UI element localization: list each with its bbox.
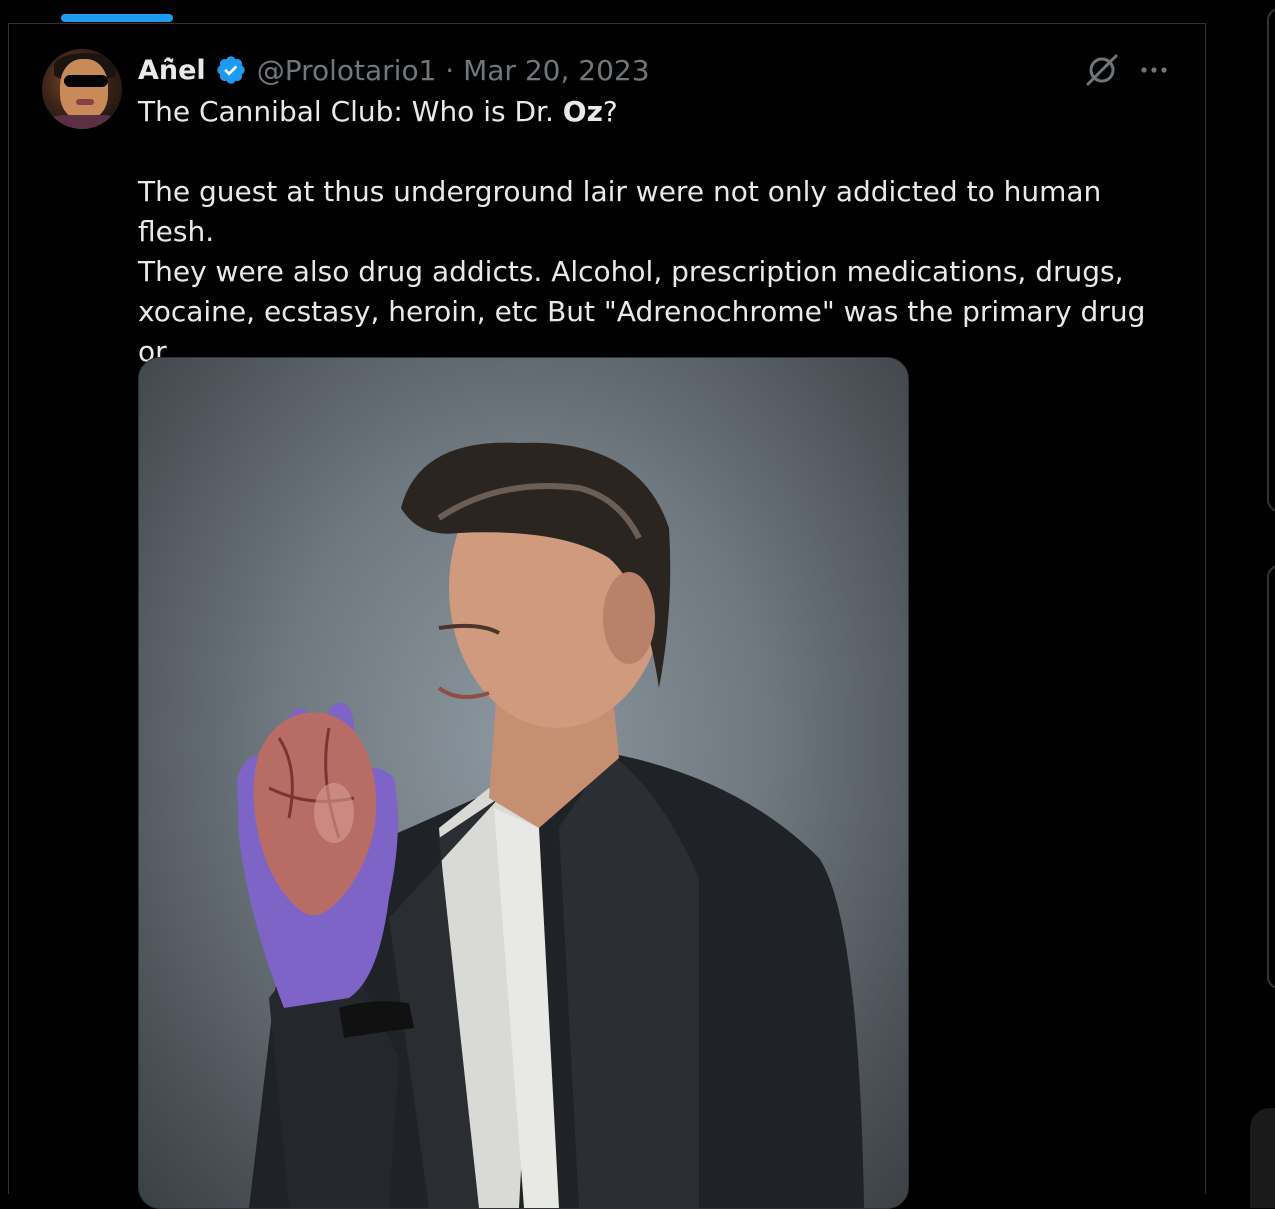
verified-badge-icon[interactable] — [215, 54, 247, 86]
sidebar-panel-edge-lower — [1267, 565, 1275, 989]
tweet-body-line: The guest at thus underground lair were … — [138, 175, 1102, 248]
header-separator: · — [436, 53, 464, 87]
tweet-body-line: They were also drug addicts. Alcohol, pr… — [138, 255, 1124, 288]
tweet-title-bold: Oz — [562, 95, 603, 128]
floating-panel-edge — [1250, 1108, 1275, 1208]
tweet-title-line: The Cannibal Club: Who is Dr. Oz? — [138, 92, 1178, 132]
active-tab-indicator — [61, 14, 173, 22]
tweet-media-image[interactable] — [138, 357, 909, 1209]
more-dots-icon[interactable] — [1136, 56, 1172, 84]
tweet-title-suffix: ? — [602, 95, 618, 128]
author-avatar[interactable] — [42, 49, 122, 129]
tweet-title-prefix: The Cannibal Club: Who is Dr. — [138, 95, 563, 128]
tweet-date[interactable]: Mar 20, 2023 — [463, 54, 649, 87]
sidebar-panel-edge — [1267, 8, 1275, 512]
tweet-header: Añ̀el @Prolotario1 · Mar 20, 2023 — [138, 50, 650, 90]
author-display-name[interactable]: Añ̀el — [138, 55, 206, 86]
photo-illustration — [237, 442, 864, 1208]
grok-icon[interactable] — [1084, 52, 1120, 88]
author-handle[interactable]: @Prolotario1 — [257, 54, 437, 87]
